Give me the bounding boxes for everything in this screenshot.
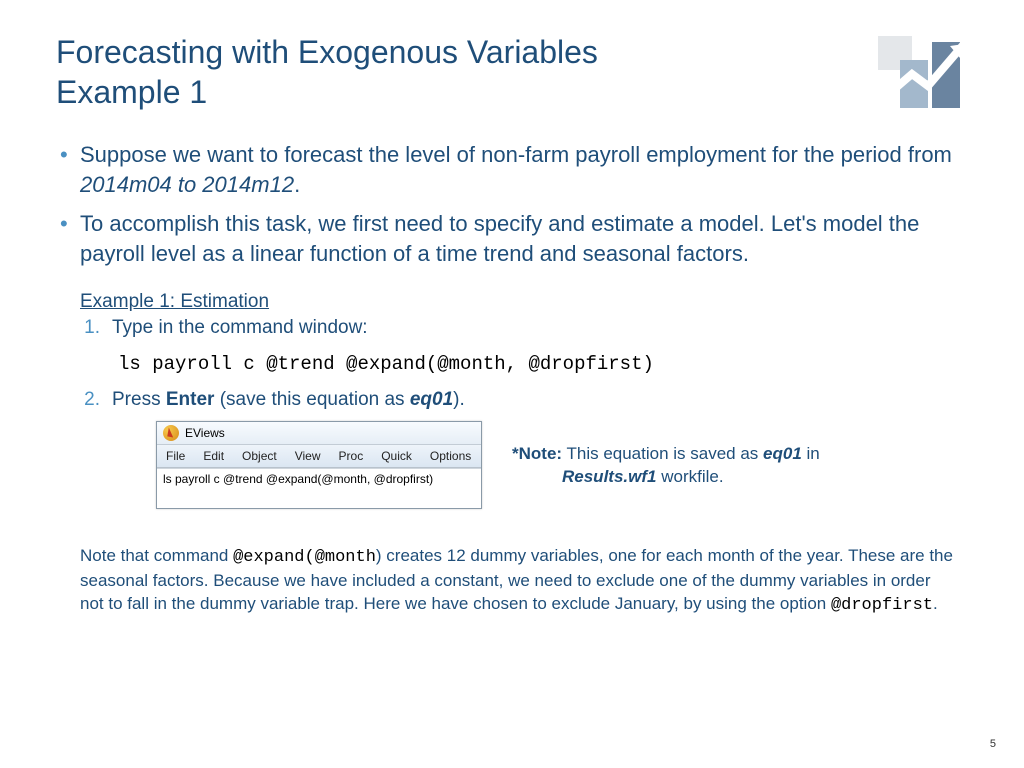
enter-key: Enter <box>166 389 215 410</box>
menu-view[interactable]: View <box>286 447 330 465</box>
eviews-command-area[interactable]: ls payroll c @trend @expand(@month, @dro… <box>157 468 481 508</box>
screenshot-and-note-row: EViews File Edit Object View Proc Quick … <box>56 421 968 509</box>
title-line-1: Forecasting with Exogenous Variables <box>56 34 598 70</box>
bullet-1-range: 2014m04 to 2014m12 <box>80 172 294 197</box>
note-label: *Note: <box>512 444 562 463</box>
eviews-app-icon <box>163 425 179 441</box>
example-heading: Example 1: Estimation <box>56 291 968 313</box>
step-1-text: Type in the command window: <box>112 317 368 339</box>
note-block: *Note: This equation is saved as eq01 in… <box>512 443 820 489</box>
step-2-text: Press Enter (save this equation as eq01)… <box>112 389 465 411</box>
menu-file[interactable]: File <box>157 447 194 465</box>
menu-object[interactable]: Object <box>233 447 286 465</box>
eviews-title-text: EViews <box>185 426 225 440</box>
bullet-list: Suppose we want to forecast the level of… <box>56 140 968 269</box>
step-1: 1. Type in the command window: <box>80 317 968 339</box>
page-number: 5 <box>990 738 996 750</box>
eviews-window: EViews File Edit Object View Proc Quick … <box>156 421 482 509</box>
footnote-code-dropfirst: @dropfirst <box>831 596 933 615</box>
menu-proc[interactable]: Proc <box>330 447 373 465</box>
footnote-code-expand: @expand(@month <box>233 548 376 567</box>
eviews-menubar: File Edit Object View Proc Quick Options <box>157 445 481 468</box>
menu-quick[interactable]: Quick <box>372 447 421 465</box>
step-2: 2. Press Enter (save this equation as eq… <box>80 389 968 411</box>
title-line-2: Example 1 <box>56 74 207 110</box>
note-line-2: Results.wf1 workfile. <box>512 466 820 489</box>
footnote: Note that command @expand(@month) create… <box>56 545 968 618</box>
bullet-1: Suppose we want to forecast the level of… <box>56 140 968 199</box>
note-equation-name: eq01 <box>763 444 802 463</box>
equation-name: eq01 <box>410 389 453 410</box>
step-2-number: 2. <box>80 389 100 411</box>
bullet-1-text: Suppose we want to forecast the level of… <box>80 142 952 167</box>
note-workfile-name: Results.wf1 <box>562 467 656 486</box>
eviews-titlebar: EViews <box>157 422 481 445</box>
logo-chart-icon <box>878 36 968 108</box>
menu-options[interactable]: Options <box>421 447 480 465</box>
steps-list: 1. Type in the command window: <box>56 317 968 339</box>
step-1-number: 1. <box>80 317 100 339</box>
menu-edit[interactable]: Edit <box>194 447 233 465</box>
steps-list-2: 2. Press Enter (save this equation as eq… <box>56 389 968 411</box>
command-code: ls payroll c @trend @expand(@month, @dro… <box>118 353 968 375</box>
header-row: Forecasting with Exogenous Variables Exa… <box>56 32 968 112</box>
bullet-2: To accomplish this task, we first need t… <box>56 209 968 268</box>
page-title: Forecasting with Exogenous Variables Exa… <box>56 32 598 112</box>
slide: Forecasting with Exogenous Variables Exa… <box>0 0 1024 618</box>
